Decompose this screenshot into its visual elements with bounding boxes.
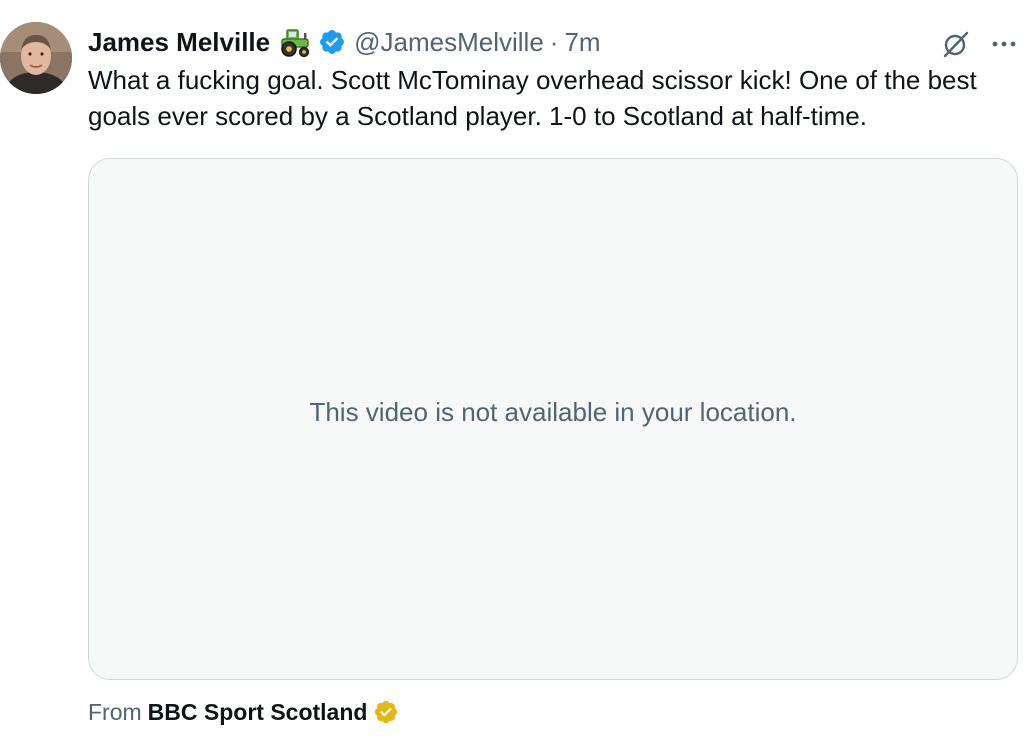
tweet-header: James Melville @JamesMelville · 7m [88, 24, 601, 60]
tractor-icon [278, 27, 312, 58]
grok-icon[interactable] [940, 28, 972, 60]
author-name[interactable]: James Melville [88, 27, 270, 58]
more-options-icon[interactable] [988, 30, 1020, 58]
tweet-text: What a fucking goal. Scott McTominay ove… [88, 65, 977, 131]
header-separator: · [549, 26, 559, 57]
author-handle[interactable]: @JamesMelville [354, 27, 544, 58]
video-unavailable-message: This video is not available in your loca… [309, 396, 797, 427]
timestamp[interactable]: 7m [564, 27, 600, 58]
gold-verified-icon[interactable] [373, 699, 399, 725]
attribution-from-label: From [88, 698, 142, 725]
video-placeholder[interactable]: This video is not available in your loca… [88, 158, 1018, 680]
video-attribution: From BBC Sport Scotland [88, 694, 399, 730]
attribution-source-link[interactable]: BBC Sport Scotland [148, 699, 368, 726]
blue-verified-icon[interactable] [318, 28, 346, 56]
tweet: James Melville @JamesMelville · 7m What … [0, 0, 1036, 742]
avatar[interactable] [0, 22, 72, 94]
